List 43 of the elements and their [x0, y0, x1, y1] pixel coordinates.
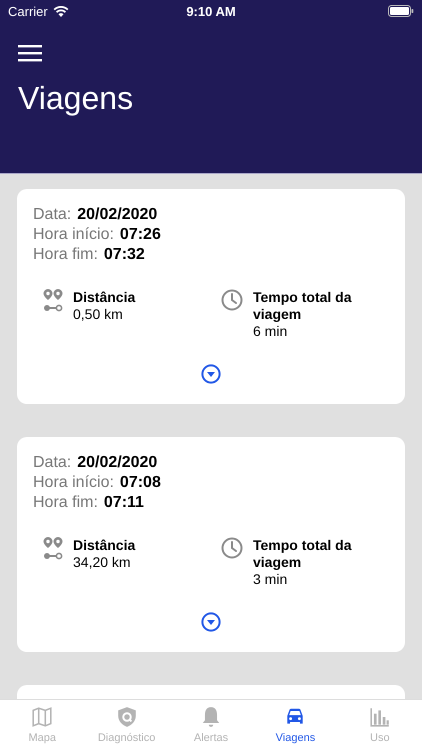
tab[interactable]: Diagnóstico	[84, 700, 169, 750]
page-title: Viagens	[18, 80, 134, 117]
field-value: 07:08	[120, 473, 161, 493]
metric-value: 34,20 km	[73, 554, 132, 571]
field-value: 07:32	[104, 245, 145, 265]
clock-icon	[221, 537, 243, 559]
route-pins-icon	[43, 289, 63, 313]
clock-icon	[221, 289, 243, 311]
expand-icon	[201, 612, 221, 632]
field-label: Data:	[33, 453, 72, 473]
field-value: 20/02/2020	[77, 453, 158, 473]
metric-value: 3 min	[253, 571, 288, 588]
metric-label: Tempo total da viagem	[253, 537, 353, 571]
field-value: 07:11	[104, 493, 144, 513]
field-label: Hora início:	[33, 225, 114, 245]
wifi-icon	[52, 5, 69, 17]
field-value: 07:26	[120, 225, 161, 245]
menu-icon	[18, 44, 42, 62]
metric-label: Distância	[73, 289, 136, 306]
tab[interactable]: Viagens	[253, 700, 338, 750]
expand-button[interactable]	[201, 612, 221, 632]
field-label: Hora fim:	[33, 245, 98, 265]
menu-button[interactable]	[18, 44, 42, 62]
field-label: Hora fim:	[33, 493, 98, 513]
tab[interactable]: Mapa	[0, 700, 84, 750]
shield-search-icon	[116, 706, 138, 728]
metric-value: 6 min	[253, 323, 288, 340]
metric-value: 0,50 km	[73, 306, 124, 323]
expand-button[interactable]	[201, 364, 221, 384]
metric-label: Tempo total da viagem	[253, 289, 353, 323]
map-icon	[31, 706, 54, 728]
route-pins-icon	[43, 537, 63, 561]
field-label: Hora início:	[33, 473, 114, 493]
metric-label: Distância	[73, 537, 136, 554]
tab[interactable]: Uso	[338, 700, 422, 750]
expand-icon	[201, 364, 221, 384]
field-label: Data:	[33, 205, 72, 225]
field-value: 20/02/2020	[77, 205, 158, 225]
tab[interactable]: Alertas	[168, 700, 254, 750]
carrier-text: Carrier	[8, 4, 48, 18]
clock-time: 9:10 AM	[186, 4, 236, 18]
bar-chart-icon	[368, 706, 391, 728]
battery-icon	[388, 5, 414, 17]
